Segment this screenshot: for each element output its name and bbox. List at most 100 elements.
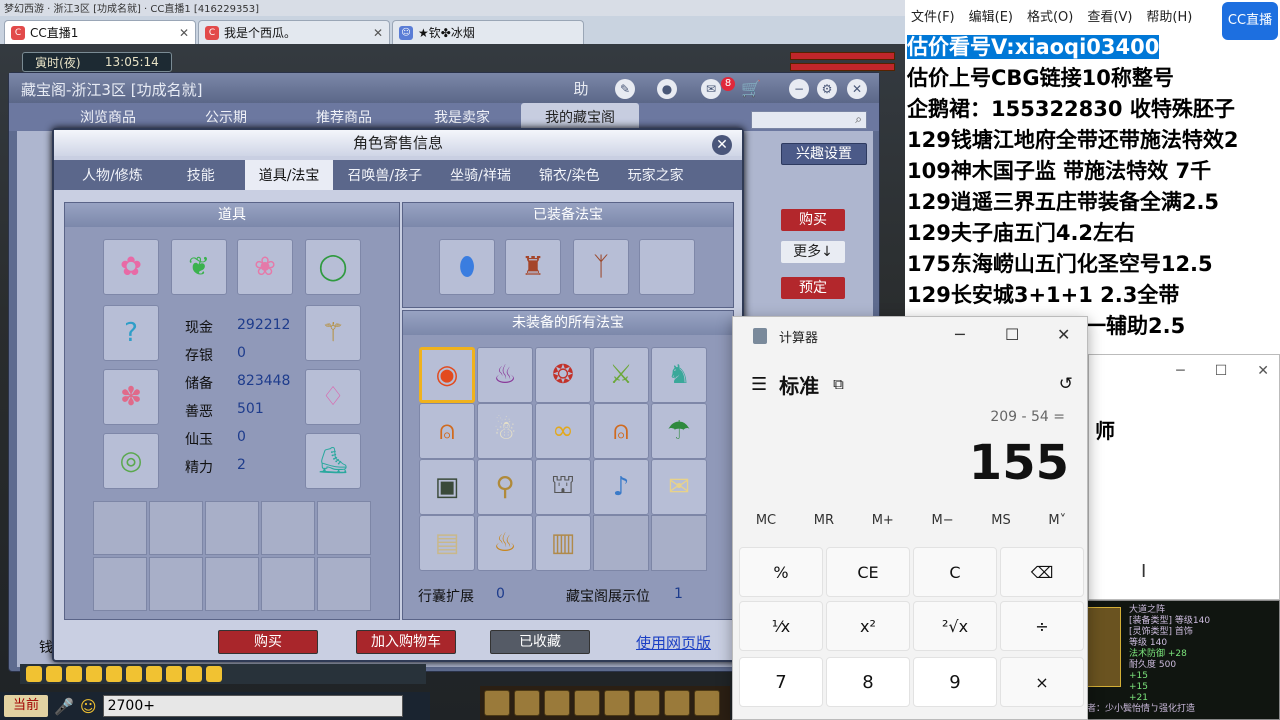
search-input[interactable]: ⌕	[751, 111, 867, 129]
bead-string-icon[interactable]: ❂	[535, 347, 591, 403]
tab-character[interactable]: 人物/修炼	[68, 160, 157, 190]
seal-icon[interactable]: ♜	[505, 239, 561, 295]
cart-icon[interactable]: 🛒	[741, 79, 761, 99]
fire-orb-icon[interactable]: ◉	[419, 347, 475, 403]
skill-slot[interactable]	[694, 690, 720, 716]
sword-icon[interactable]: ⚔	[593, 347, 649, 403]
empty-slot[interactable]	[93, 557, 147, 611]
mc-button[interactable]: MC	[756, 513, 776, 539]
digit-9-button[interactable]: 9	[913, 657, 997, 707]
leaf-item-icon[interactable]: ❦	[171, 239, 227, 295]
empty-slot[interactable]	[205, 557, 259, 611]
search-icon[interactable]	[106, 666, 122, 682]
close-icon[interactable]: ✕	[373, 26, 383, 40]
minimize-icon[interactable]: −	[789, 79, 809, 99]
search-icon[interactable]: ⌕	[855, 112, 862, 127]
ribbon-icon[interactable]: ∞	[535, 403, 591, 459]
bell-icon[interactable]: ⍝	[419, 403, 475, 459]
minimize-icon[interactable]: ─	[1176, 363, 1184, 379]
empty-slot[interactable]	[317, 501, 371, 555]
empty-slot[interactable]	[317, 557, 371, 611]
blue-gem-icon[interactable]: ⬮	[439, 239, 495, 295]
memory-list-button[interactable]: M˅	[1048, 513, 1066, 539]
tab-skills[interactable]: 技能	[157, 160, 245, 190]
menu-view[interactable]: 查看(V)	[1087, 6, 1132, 28]
jade-ring-icon[interactable]: ◯	[305, 239, 361, 295]
skill-slot[interactable]	[664, 690, 690, 716]
arrow-left-icon[interactable]	[26, 666, 42, 682]
chat-input[interactable]: 2700+	[102, 695, 403, 717]
menu-format[interactable]: 格式(O)	[1027, 6, 1073, 28]
emoji-icon[interactable]: ☺	[80, 697, 97, 716]
reciprocal-button[interactable]: ¹⁄x	[739, 601, 823, 651]
empty-slot[interactable]	[639, 239, 695, 295]
lotus-item-icon[interactable]: ✿	[103, 239, 159, 295]
tab-home[interactable]: 玩家之家	[614, 160, 698, 190]
move-icon[interactable]	[86, 666, 102, 682]
buy-button[interactable]: 购买	[781, 209, 845, 231]
bracelet-item-icon[interactable]: ◎	[103, 433, 159, 489]
chat-icon[interactable]	[146, 666, 162, 682]
interest-settings-button[interactable]: 兴趣设置	[781, 143, 867, 165]
fan-icon[interactable]: ☂	[651, 403, 707, 459]
tab-outfits[interactable]: 锦衣/染色	[525, 160, 614, 190]
percent-button[interactable]: %	[739, 547, 823, 597]
record-icon[interactable]: ●	[657, 79, 677, 99]
skill-slot[interactable]	[484, 690, 510, 716]
close-icon[interactable]: ✕	[712, 135, 732, 155]
chat-channel-button[interactable]: 当前	[4, 695, 48, 717]
pagoda-icon[interactable]: ⛫	[535, 459, 591, 515]
close-icon[interactable]: ✕	[1057, 325, 1070, 344]
message-icon[interactable]: ✉	[701, 79, 721, 99]
clear-entry-button[interactable]: CE	[826, 547, 910, 597]
figure-icon[interactable]: ♞	[651, 347, 707, 403]
menu-help[interactable]: 帮助(H)	[1146, 6, 1192, 28]
buy-button[interactable]: 购买	[218, 630, 318, 654]
mystery-item-icon[interactable]: ?	[103, 305, 159, 361]
flower-item-icon[interactable]: ❀	[237, 239, 293, 295]
menu-edit[interactable]: 编辑(E)	[969, 6, 1013, 28]
collected-button[interactable]: 已收藏	[490, 630, 590, 654]
keep-on-top-icon[interactable]: ⧉	[833, 375, 844, 393]
tab-seller[interactable]: 我是卖家	[403, 103, 521, 131]
help-button[interactable]: 助	[571, 79, 591, 99]
clear-button[interactable]: C	[913, 547, 997, 597]
notepad-text[interactable]: 估价看号V:xiaoqi03400 估价上号CBG链接10称整号 企鹅裙：155…	[907, 32, 1277, 342]
skill-slot[interactable]	[634, 690, 660, 716]
menu-icon[interactable]	[206, 666, 222, 682]
tab-recommend[interactable]: 推荐商品	[285, 103, 403, 131]
branch-icon[interactable]: ᛉ	[573, 239, 629, 295]
close-icon[interactable]: ✕	[179, 26, 189, 40]
skill-slot[interactable]	[574, 690, 600, 716]
tab-my-cbg[interactable]: 我的藏宝阁	[521, 103, 639, 131]
close-icon[interactable]: ✕	[847, 79, 867, 99]
add-icon[interactable]	[186, 666, 202, 682]
scroll-icon[interactable]: ✉	[651, 459, 707, 515]
bell2-icon[interactable]: ⍝	[593, 403, 649, 459]
empty-slot[interactable]	[149, 557, 203, 611]
reserve-button[interactable]: 预定	[781, 277, 845, 299]
edit-icon[interactable]: ✎	[615, 79, 635, 99]
dress-item-icon[interactable]: ♢	[305, 369, 361, 425]
history-icon[interactable]: ↺	[1059, 374, 1073, 394]
skill-slot[interactable]	[544, 690, 570, 716]
puppet-icon[interactable]: ☃	[477, 403, 533, 459]
browser-tab-cc1[interactable]: C CC直播1 ✕	[4, 20, 196, 44]
arrow-down-icon[interactable]	[66, 666, 82, 682]
digit-8-button[interactable]: 8	[826, 657, 910, 707]
skill-slot[interactable]	[514, 690, 540, 716]
message-icon[interactable]	[166, 666, 182, 682]
box-icon[interactable]: ▣	[419, 459, 475, 515]
maximize-icon[interactable]: ☐	[1005, 325, 1019, 344]
browser-tab-watermelon[interactable]: C 我是个西瓜。 ✕	[198, 20, 390, 44]
mr-button[interactable]: MR	[814, 513, 834, 539]
hamburger-menu-icon[interactable]: ☰	[751, 374, 767, 395]
book-icon[interactable]: ▤	[419, 515, 475, 571]
arrow-up-icon[interactable]	[46, 666, 62, 682]
minimize-icon[interactable]: ─	[955, 325, 965, 344]
square-button[interactable]: x²	[826, 601, 910, 651]
mic-icon[interactable]: 🎤	[54, 697, 74, 716]
tab-mounts[interactable]: 坐骑/祥瑞	[436, 160, 525, 190]
more-button[interactable]: 更多↓	[781, 241, 845, 263]
sqrt-button[interactable]: ²√x	[913, 601, 997, 651]
